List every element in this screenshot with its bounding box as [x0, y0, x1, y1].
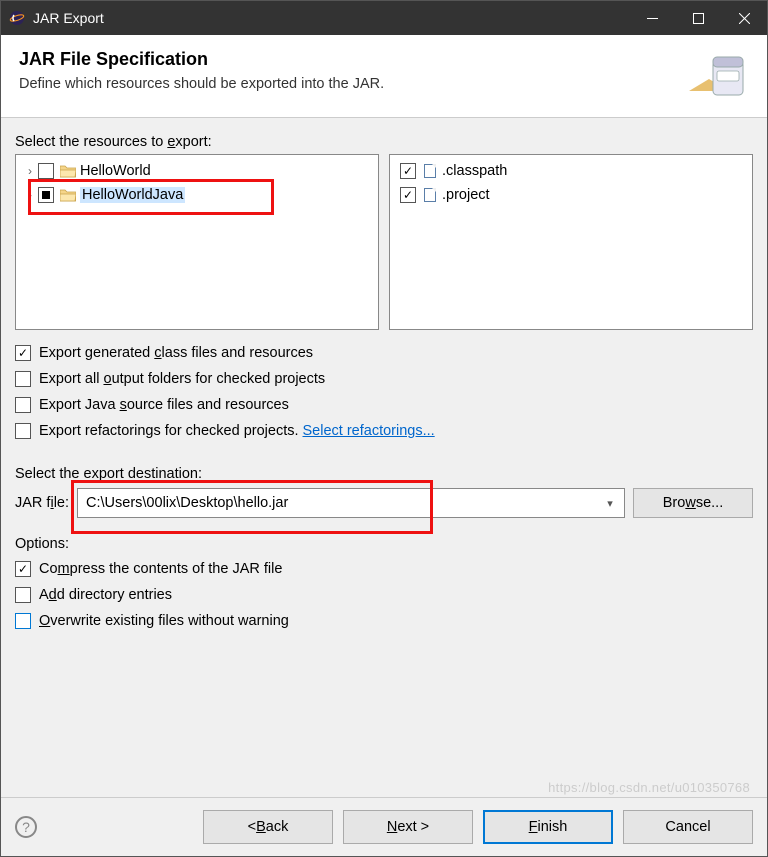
options-section: Options: Compress the contents of the JA…: [15, 532, 753, 634]
back-button[interactable]: < Back: [203, 810, 333, 844]
opt-export-refactorings[interactable]: Export refactorings for checked projects…: [15, 418, 753, 444]
tree-item-helloworldjava[interactable]: › HelloWorldJava: [22, 183, 372, 207]
checkbox-project[interactable]: [400, 187, 416, 203]
tree-item-label: .classpath: [442, 163, 507, 179]
banner-heading: JAR File Specification: [19, 49, 685, 70]
projects-tree[interactable]: › HelloWorld › HelloWorldJava: [15, 154, 379, 330]
jar-export-window: JAR Export JAR File Specification Define…: [0, 0, 768, 857]
destination-section: Select the export destination: JAR file:…: [15, 462, 753, 518]
checkbox-helloworldjava[interactable]: [38, 187, 54, 203]
export-options: Export generated class files and resourc…: [15, 340, 753, 444]
checkbox-helloworld[interactable]: [38, 163, 54, 179]
options-label: Options:: [15, 536, 753, 552]
jarfile-label: JAR file:: [15, 495, 69, 511]
help-icon[interactable]: ?: [15, 816, 37, 838]
checkbox[interactable]: [15, 397, 31, 413]
jarfile-combo[interactable]: C:\Users\00lix\Desktop\hello.jar ▾: [77, 488, 625, 518]
project-folder-icon: [60, 164, 76, 178]
checkbox[interactable]: [15, 423, 31, 439]
chevron-right-icon[interactable]: ›: [22, 164, 38, 178]
finish-button[interactable]: Finish: [483, 810, 613, 844]
eclipse-icon: [9, 10, 25, 26]
titlebar: JAR Export: [1, 1, 767, 35]
tree-item-label: HelloWorld: [80, 163, 151, 179]
opt-export-classfiles[interactable]: Export generated class files and resourc…: [15, 340, 753, 366]
next-button[interactable]: Next >: [343, 810, 473, 844]
checkbox-classpath[interactable]: [400, 163, 416, 179]
tree-item-project[interactable]: .project: [396, 183, 746, 207]
opt-export-outputfolders[interactable]: Export all output folders for checked pr…: [15, 366, 753, 392]
close-button[interactable]: [721, 1, 767, 35]
wizard-footer: ? < Back Next > Finish Cancel: [1, 797, 767, 856]
checkbox[interactable]: [15, 613, 31, 629]
window-title: JAR Export: [33, 10, 629, 26]
maximize-button[interactable]: [675, 1, 721, 35]
file-icon: [422, 164, 438, 178]
tree-item-classpath[interactable]: .classpath: [396, 159, 746, 183]
opt-export-sourcefiles[interactable]: Export Java source files and resources: [15, 392, 753, 418]
wizard-banner: JAR File Specification Define which reso…: [1, 35, 767, 118]
project-folder-icon: [60, 188, 76, 202]
checkbox[interactable]: [15, 345, 31, 361]
opt-adddir[interactable]: Add directory entries: [15, 582, 753, 608]
tree-item-helloworld[interactable]: › HelloWorld: [22, 159, 372, 183]
minimize-button[interactable]: [629, 1, 675, 35]
checkbox[interactable]: [15, 371, 31, 387]
tree-item-label: HelloWorldJava: [80, 187, 185, 203]
tree-item-label: .project: [442, 187, 490, 203]
checkbox[interactable]: [15, 561, 31, 577]
opt-compress[interactable]: Compress the contents of the JAR file: [15, 556, 753, 582]
jarfile-value: C:\Users\00lix\Desktop\hello.jar: [86, 495, 288, 511]
file-icon: [422, 188, 438, 202]
select-refactorings-link[interactable]: Select refactorings...: [303, 423, 435, 439]
files-tree[interactable]: .classpath .project: [389, 154, 753, 330]
chevron-down-icon[interactable]: ▾: [600, 493, 620, 513]
opt-overwrite[interactable]: Overwrite existing files without warning: [15, 608, 753, 634]
cancel-button[interactable]: Cancel: [623, 810, 753, 844]
checkbox[interactable]: [15, 587, 31, 603]
destination-label: Select the export destination:: [15, 466, 753, 482]
chevron-right-icon[interactable]: ›: [22, 188, 38, 202]
browse-button[interactable]: Browse...: [633, 488, 753, 518]
jar-icon: [685, 49, 749, 105]
resources-label: Select the resources to export:: [15, 134, 753, 150]
banner-subheading: Define which resources should be exporte…: [19, 76, 685, 92]
